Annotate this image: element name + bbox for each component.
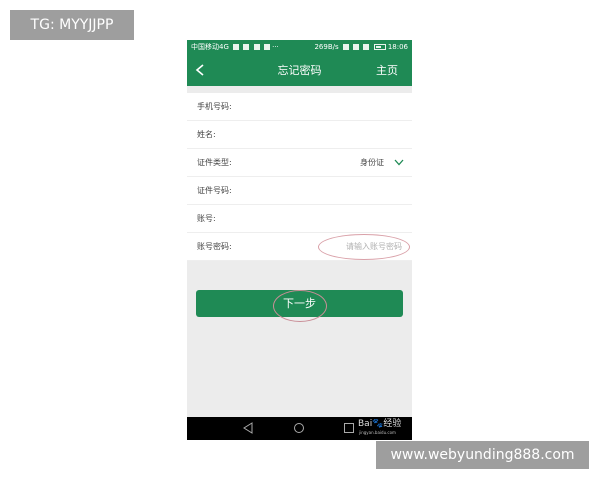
- field-label: 证件号码:: [197, 186, 232, 195]
- baidu-jingyan-logo: Bai🐾经验: [358, 419, 402, 429]
- notification-icon: [233, 44, 240, 50]
- field-label: 账号密码:: [197, 242, 232, 251]
- more-dots: ···: [272, 43, 279, 51]
- baidu-jingyan-url: jingyan.baidu.com: [359, 430, 396, 435]
- network-speed: 269B/s: [314, 43, 339, 51]
- back-triangle-icon[interactable]: [242, 422, 254, 434]
- status-bar: 中国移动4G ··· 269B/s 18:06: [187, 40, 412, 55]
- id-number-field[interactable]: 证件号码:: [187, 177, 412, 205]
- signal-icon: [342, 44, 349, 50]
- home-link[interactable]: 主页: [376, 55, 398, 86]
- home-circle-icon[interactable]: [293, 422, 305, 434]
- phone-number-field[interactable]: 手机号码:: [187, 93, 412, 121]
- cellular-icon: [363, 44, 370, 50]
- field-label: 手机号码:: [197, 102, 232, 111]
- carrier-label: 中国移动4G: [191, 43, 229, 51]
- watermark-site: www.webyunding888.com: [376, 441, 589, 469]
- field-label: 姓名:: [197, 130, 216, 139]
- status-left: 中国移动4G ···: [191, 40, 279, 55]
- annotation-circle: [318, 234, 410, 260]
- status-right: 269B/s 18:06: [314, 40, 408, 55]
- notification-icon: [263, 44, 270, 50]
- chevron-left-icon[interactable]: [195, 64, 205, 76]
- recents-square-icon[interactable]: [344, 423, 354, 433]
- id-type-value: 身份证: [360, 158, 384, 167]
- header-bar: 忘记密码 主页: [187, 55, 412, 86]
- system-nav-bar: Bai🐾经验 jingyan.baidu.com: [187, 417, 412, 440]
- notification-icon: [253, 44, 260, 50]
- chevron-down-icon[interactable]: [394, 159, 404, 166]
- wifi-icon: [353, 44, 360, 50]
- page-title: 忘记密码: [277, 64, 322, 77]
- name-field[interactable]: 姓名:: [187, 121, 412, 149]
- id-type-select[interactable]: 证件类型: 身份证: [187, 149, 412, 177]
- field-label: 账号:: [197, 214, 216, 223]
- notification-icon: [243, 44, 250, 50]
- account-field[interactable]: 账号:: [187, 205, 412, 233]
- watermark-tg: TG: MYYJJPP: [10, 10, 134, 40]
- annotation-circle: [273, 290, 327, 322]
- clock: 18:06: [387, 43, 408, 51]
- battery-icon: [373, 44, 386, 50]
- field-label: 证件类型:: [197, 158, 232, 167]
